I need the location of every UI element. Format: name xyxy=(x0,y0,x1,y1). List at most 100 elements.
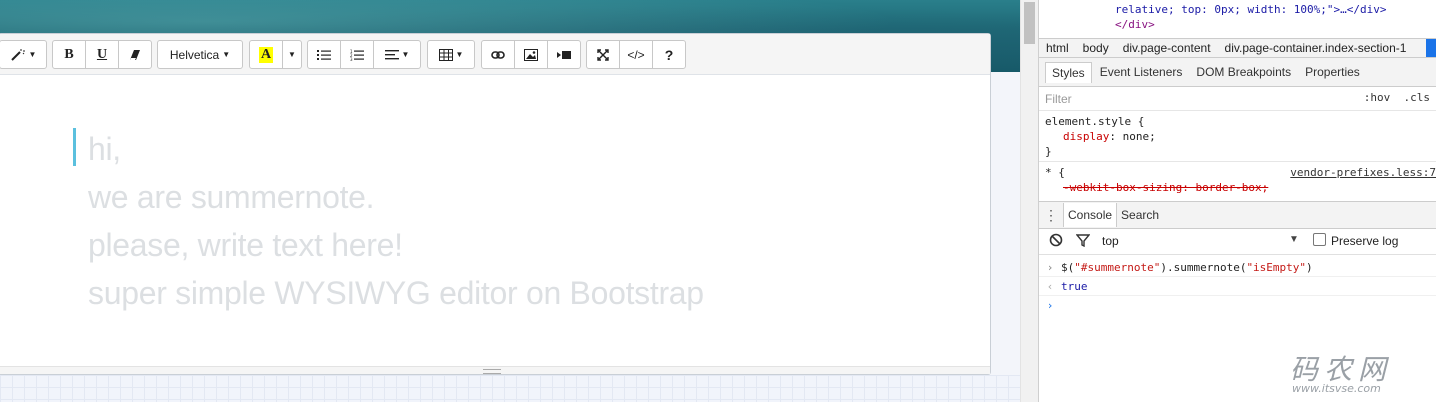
tab-search[interactable]: Search xyxy=(1117,203,1163,227)
breadcrumb-item[interactable]: body xyxy=(1076,41,1116,55)
bold-button[interactable]: B xyxy=(52,40,86,69)
code-view-button[interactable]: </> xyxy=(619,40,653,69)
context-dropdown-icon[interactable]: ▼ xyxy=(1289,234,1299,245)
placeholder-line: we are summernote. xyxy=(88,179,375,215)
ordered-list-icon: 1 2 3 xyxy=(350,49,364,61)
view-group: </> ? xyxy=(586,40,686,69)
devtools-panel: relative; top: 0px; width: 100%;">…</div… xyxy=(1038,0,1436,402)
align-left-icon xyxy=(384,49,399,59)
tab-dom-breakpoints[interactable]: DOM Breakpoints xyxy=(1190,62,1297,82)
highlight-color-button[interactable]: A xyxy=(249,40,283,69)
picture-icon xyxy=(524,48,538,61)
dom-line[interactable]: </div> xyxy=(1115,18,1155,31)
more-vertical-icon[interactable]: ⋮ xyxy=(1039,207,1063,224)
console-input-row: › $("#summernote").summernote("isEmpty") xyxy=(1039,258,1436,277)
fullscreen-button[interactable] xyxy=(586,40,620,69)
context-selector[interactable]: top xyxy=(1102,234,1119,248)
tab-styles[interactable]: Styles xyxy=(1045,61,1092,83)
breadcrumb: html body div.page-content div.page-cont… xyxy=(1039,38,1436,58)
styles-tabs: Styles Event Listeners DOM Breakpoints P… xyxy=(1039,58,1436,87)
input-chevron-icon: › xyxy=(1046,260,1054,274)
result-arrow-icon: ‹ xyxy=(1046,279,1054,293)
console-command[interactable]: $("#summernote").summernote("isEmpty") xyxy=(1061,261,1313,274)
paragraph-group: 1 2 3 ▼ xyxy=(307,40,421,69)
caret-down-icon: ▼ xyxy=(28,50,37,59)
dom-tree: relative; top: 0px; width: 100%;">…</div… xyxy=(1039,0,1436,38)
styles-filter-input[interactable]: Filter xyxy=(1045,92,1072,106)
console-prompt-row[interactable]: › xyxy=(1039,296,1436,314)
style-value: none; xyxy=(1122,130,1156,143)
editor-toolbar: ▼ B U Helvetica ▼ A ▼ 1 2 3 ▼ ▼ </> ? xyxy=(0,34,990,75)
page-grid-background xyxy=(0,375,1020,402)
magic-style-button[interactable]: ▼ xyxy=(0,40,47,69)
breadcrumb-selected-item[interactable] xyxy=(1426,39,1436,57)
caret-down-icon: ▼ xyxy=(455,50,464,59)
watermark-url: www.itsvse.com xyxy=(1292,382,1381,395)
color-group: A ▼ xyxy=(249,40,302,69)
placeholder-line: hi, xyxy=(88,131,121,167)
clear-console-icon[interactable] xyxy=(1049,233,1063,250)
universal-selector: * { xyxy=(1045,166,1065,179)
placeholder-line: super simple WYSIWYG editor on Bootstrap xyxy=(88,275,704,311)
code-token: ) xyxy=(1306,260,1313,274)
code-string: "#summernote" xyxy=(1074,260,1161,274)
summernote-editor: ▼ B U Helvetica ▼ A ▼ 1 2 3 ▼ ▼ </> ? hi… xyxy=(0,33,991,375)
font-name-dropdown[interactable]: Helvetica ▼ xyxy=(157,40,243,69)
fullscreen-icon xyxy=(597,48,609,61)
filter-icon[interactable] xyxy=(1075,233,1091,250)
svg-text:3: 3 xyxy=(350,57,353,61)
breadcrumb-item[interactable]: html xyxy=(1039,41,1076,55)
caret-down-icon: ▼ xyxy=(222,50,231,59)
caret-down-icon: ▼ xyxy=(288,50,296,59)
underline-button[interactable]: U xyxy=(85,40,119,69)
code-string: "isEmpty" xyxy=(1246,260,1307,274)
drawer-tabbar: ⋮ Console Search xyxy=(1039,201,1436,229)
styles-pane: element.style { display: none; } * { ven… xyxy=(1039,111,1436,201)
font-name-group: Helvetica ▼ xyxy=(157,40,243,69)
breadcrumb-item[interactable]: div.page-container.index-section-1 xyxy=(1218,41,1414,55)
breadcrumb-item[interactable]: div.page-content xyxy=(1116,41,1218,55)
style-group: ▼ xyxy=(0,40,47,69)
help-button[interactable]: ? xyxy=(652,40,686,69)
overridden-declaration[interactable]: -webkit-box-sizing: border-box; xyxy=(1063,181,1268,194)
insert-picture-button[interactable] xyxy=(514,40,548,69)
table-dropdown-button[interactable]: ▼ xyxy=(427,40,475,69)
console-result-row: ‹ true xyxy=(1039,277,1436,296)
scrollbar-thumb[interactable] xyxy=(1024,2,1035,44)
tab-properties[interactable]: Properties xyxy=(1299,62,1366,82)
video-icon xyxy=(557,50,571,59)
tab-event-listeners[interactable]: Event Listeners xyxy=(1094,62,1189,82)
rule-divider xyxy=(1039,161,1436,162)
editor-resize-bar[interactable] xyxy=(0,366,990,374)
hover-state-toggle[interactable]: :hov xyxy=(1364,91,1391,104)
page-scrollbar[interactable] xyxy=(1020,0,1038,402)
placeholder-line: please, write text here! xyxy=(88,227,403,263)
tab-console[interactable]: Console xyxy=(1063,203,1118,227)
preserve-log-checkbox[interactable] xyxy=(1313,233,1326,246)
text-cursor xyxy=(73,128,76,166)
source-link[interactable]: vendor-prefixes.less:7 xyxy=(1290,166,1436,179)
resize-grip-icon xyxy=(483,369,501,374)
console-output: › $("#summernote").summernote("isEmpty")… xyxy=(1039,258,1436,314)
dom-line[interactable]: relative; top: 0px; width: 100%;">…</div… xyxy=(1115,3,1387,16)
eraser-icon xyxy=(130,49,140,60)
class-toggle[interactable]: .cls xyxy=(1404,91,1431,104)
insert-link-button[interactable] xyxy=(481,40,515,69)
insert-group xyxy=(481,40,581,69)
table-icon xyxy=(438,48,453,61)
font-style-group: B U xyxy=(52,40,152,69)
preserve-log-label: Preserve log xyxy=(1331,234,1399,248)
font-name-label: Helvetica xyxy=(169,47,220,62)
style-declaration[interactable]: display: none; xyxy=(1063,130,1156,143)
clear-format-button[interactable] xyxy=(118,40,152,69)
code-token: ).summernote( xyxy=(1160,260,1247,274)
editor-content-area[interactable]: hi, we are summernote. please, write tex… xyxy=(0,75,990,369)
insert-video-button[interactable] xyxy=(547,40,581,69)
table-group: ▼ xyxy=(427,40,475,69)
ordered-list-button[interactable]: 1 2 3 xyxy=(340,40,374,69)
align-dropdown-button[interactable]: ▼ xyxy=(373,40,421,69)
unordered-list-button[interactable] xyxy=(307,40,341,69)
style-property: display xyxy=(1063,130,1110,143)
console-toolbar: top ▼ Preserve log xyxy=(1039,229,1436,255)
color-dropdown-button[interactable]: ▼ xyxy=(282,40,302,69)
